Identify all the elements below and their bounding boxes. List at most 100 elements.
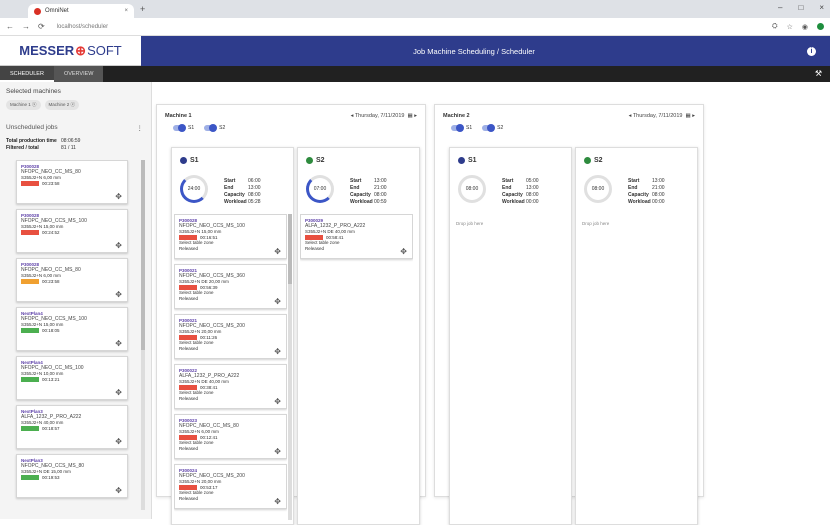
end-label: End xyxy=(628,185,638,191)
workload-gauge: 07:00 xyxy=(306,175,334,203)
date-picker[interactable]: ◂ Thursday, 7/11/2019 ▦ ▸ xyxy=(351,113,417,119)
gauge-value: 08:00 xyxy=(465,186,479,192)
filtered-value: 81 / 11 xyxy=(61,145,76,151)
end-label: End xyxy=(350,185,360,191)
workload-label: Workload xyxy=(224,199,247,205)
job-card[interactable]: P300022 ALFA_1232_P_PRO_A222 S355J2+N DE… xyxy=(174,364,287,409)
shift-column: S2 07:00 Start 13:00 End 21:00 Capacity 08:… xyxy=(297,147,420,525)
status-tag xyxy=(179,434,197,440)
browser-tab[interactable]: OmniNet × xyxy=(28,4,134,18)
logo-text-left: MESSER xyxy=(19,43,75,58)
drop-zone[interactable]: Drop job here xyxy=(456,221,483,226)
job-card[interactable]: P300024 NFOPC_NEO_CCS_MS_200 S355J2+N 20… xyxy=(174,464,287,509)
toggle-label: S2 xyxy=(497,125,504,131)
status-tag xyxy=(21,327,39,333)
extension-icon[interactable] xyxy=(817,22,824,30)
new-tab-icon[interactable]: + xyxy=(140,4,145,14)
move-icon[interactable]: ✥ xyxy=(115,241,122,248)
move-icon[interactable]: ✥ xyxy=(274,347,281,354)
workload-gauge: 08:00 xyxy=(458,175,486,203)
end-label: End xyxy=(502,185,512,191)
url-field[interactable]: localhost/scheduler xyxy=(57,24,108,30)
account-icon[interactable]: ◉ xyxy=(802,23,808,31)
status-tag xyxy=(21,229,39,235)
sidebar-scrollbar[interactable] xyxy=(141,160,145,510)
start-value: 05:00 xyxy=(526,178,539,184)
gauge-value: 08:00 xyxy=(591,186,605,192)
job-card[interactable]: P300023 NFOPC_NEO_CC_MS_80 S355J2+N 6,00… xyxy=(174,414,287,459)
move-icon[interactable]: ✥ xyxy=(274,497,281,504)
shift-dot-icon xyxy=(306,157,313,164)
tab-scheduler[interactable]: SCHEDULER xyxy=(0,66,54,82)
machine-chip[interactable]: Machine 1 ⓧ xyxy=(6,100,41,110)
forward-icon[interactable]: → xyxy=(22,22,30,31)
maximize-icon[interactable]: □ xyxy=(798,3,803,12)
job-duration: 00:18:05 xyxy=(42,327,60,333)
date-picker[interactable]: ◂ Thursday, 7/11/2019 ▦ ▸ xyxy=(629,113,695,119)
unscheduled-jobs-label: Unscheduled jobs xyxy=(6,124,58,131)
job-card[interactable]: P300028 NFOPC_NEO_CCS_MS_100 S355J2+N 15… xyxy=(16,209,128,253)
job-card[interactable]: P300029 ALFA_1232_P_PRO_A222 S355J2+N DE… xyxy=(300,214,413,259)
job-card[interactable]: P300028 NFOPC_NEO_CC_MS_80 S355J2+N 6,00… xyxy=(16,160,128,204)
total-time-label: Total production time xyxy=(6,138,57,144)
shift-toggle[interactable]: S1 xyxy=(173,124,194,132)
move-icon[interactable]: ✥ xyxy=(274,397,281,404)
machine-title: Machine 1 xyxy=(165,113,192,119)
column-scrollbar[interactable] xyxy=(288,214,292,520)
capacity-label: Capacity xyxy=(224,192,245,198)
shift-toggle[interactable]: S2 xyxy=(204,124,225,132)
translate-icon[interactable]: ⛭ xyxy=(772,23,778,31)
job-card[interactable]: NextPlan4 NFOPC_NEO_CC_MS_100 S355J2+N 1… xyxy=(16,356,128,400)
browser-tab-title: OmniNet xyxy=(45,8,69,14)
move-icon[interactable]: ✥ xyxy=(400,247,407,254)
shift-toggle[interactable]: S1 xyxy=(451,124,473,132)
shift-toggle[interactable]: S2 xyxy=(482,124,504,132)
move-icon[interactable]: ✥ xyxy=(115,388,122,395)
move-icon[interactable]: ✥ xyxy=(115,486,122,493)
status-tag xyxy=(179,334,197,340)
minimize-icon[interactable]: – xyxy=(778,3,782,12)
reload-icon[interactable]: ⟳ xyxy=(38,22,45,31)
shift-stats: Start 13:00 End 21:00 Capacity 08:00 Worklo… xyxy=(628,178,665,206)
status-tag xyxy=(179,384,197,390)
status-tag xyxy=(21,425,39,431)
address-bar: ← → ⟳ localhost/scheduler ⛭ ☆ ◉ xyxy=(0,18,830,36)
job-card[interactable]: P300028 NFOPC_NEO_CCS_MS_100 S355J2+N 15… xyxy=(174,214,287,259)
back-icon[interactable]: ← xyxy=(6,22,14,31)
job-card[interactable]: P300021 NFOPC_NEO_CCS_MS_200 S355J2+N 20… xyxy=(174,314,287,359)
move-icon[interactable]: ✥ xyxy=(115,437,122,444)
shift-stats: Start 05:00 End 13:00 Capacity 08:00 Worklo… xyxy=(502,178,539,206)
move-icon[interactable]: ✥ xyxy=(274,247,281,254)
job-card[interactable]: P300021 NFOPC_NEO_CCS_MS_360 S355J2+N DE… xyxy=(174,264,287,309)
window-controls: – □ × xyxy=(778,3,824,12)
shift-column: S1 08:00 Start 05:00 End 13:00 Capacity 08:… xyxy=(449,147,572,525)
end-value: 21:00 xyxy=(374,185,387,191)
move-icon[interactable]: ✥ xyxy=(274,447,281,454)
job-card[interactable]: NextPlan3 ALFA_1232_P_PRO_A222 S355J2+N … xyxy=(16,405,128,449)
close-tab-icon[interactable]: × xyxy=(124,8,128,14)
job-card[interactable]: NextPlan4 NFOPC_NEO_CCS_MS_100 S355J2+N … xyxy=(16,307,128,351)
machine-chip[interactable]: Machine 2 ⓧ xyxy=(44,100,80,110)
close-window-icon[interactable]: × xyxy=(819,3,824,12)
shift-title: S2 xyxy=(594,157,603,164)
star-icon[interactable]: ☆ xyxy=(787,23,793,31)
job-card[interactable]: P300028 NFOPC_NEO_CC_MS_80 S355J2+N 6,00… xyxy=(16,258,128,302)
capacity-value: 08:00 xyxy=(374,192,387,198)
workload-value: 00:59 xyxy=(374,199,387,205)
edit-tool-icon[interactable]: ⚒ xyxy=(815,69,822,78)
info-icon[interactable]: i xyxy=(807,46,816,56)
status-tag xyxy=(305,234,323,240)
toggle-label: S1 xyxy=(466,125,473,131)
move-icon[interactable]: ✥ xyxy=(115,192,122,199)
machine-title: Machine 2 xyxy=(443,113,470,119)
status-tag xyxy=(179,284,197,290)
job-card[interactable]: NextPlan3 NFOPC_NEO_CCS_MS_80 S355J2+N D… xyxy=(16,454,128,498)
move-icon[interactable]: ✥ xyxy=(115,339,122,346)
drop-zone[interactable]: Drop job here xyxy=(582,221,609,226)
move-icon[interactable]: ✥ xyxy=(115,290,122,297)
shift-title: S1 xyxy=(468,157,477,164)
status-tag xyxy=(179,234,197,240)
tab-overview[interactable]: OVERVIEW xyxy=(53,66,104,82)
more-menu-icon[interactable]: ⋮ xyxy=(137,124,144,132)
move-icon[interactable]: ✥ xyxy=(274,297,281,304)
